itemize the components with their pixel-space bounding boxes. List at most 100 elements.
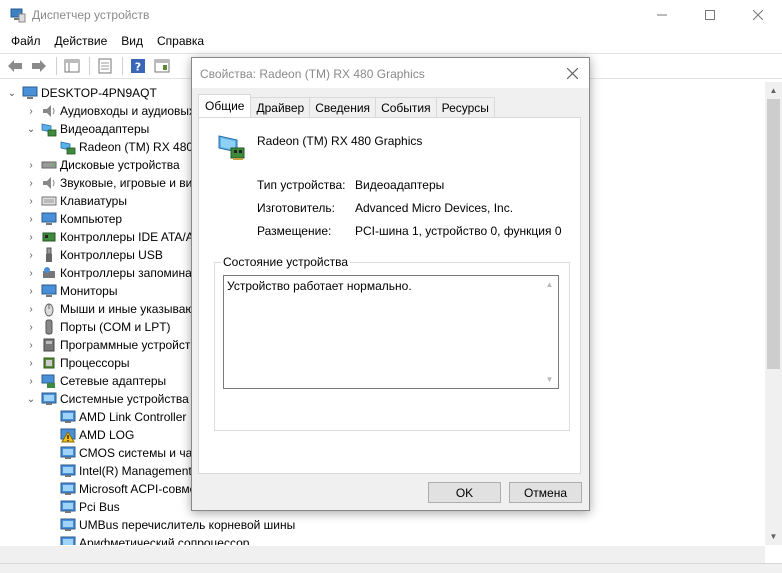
tab-events[interactable]: События — [375, 97, 437, 117]
tree-item-label: Pci Bus — [79, 500, 120, 514]
menu-action[interactable]: Действие — [48, 34, 115, 48]
tree-item-label: Порты (COM и LPT) — [60, 320, 171, 334]
dialog-close-button[interactable] — [563, 64, 581, 82]
chevron-right-icon[interactable]: › — [25, 303, 37, 315]
controller-icon — [42, 232, 56, 242]
tab-general[interactable]: Общие — [198, 94, 252, 117]
close-window-button[interactable] — [734, 0, 782, 30]
system-device-icon — [60, 482, 76, 495]
svg-text:?: ? — [135, 61, 141, 74]
chevron-right-icon[interactable]: › — [25, 177, 37, 189]
tree-category[interactable]: ⌄ Видеоадаптеры — [25, 120, 149, 138]
tab-details[interactable]: Сведения — [309, 97, 377, 117]
tree-category[interactable]: › Клавиатуры — [25, 192, 127, 210]
minimize-icon — [657, 14, 667, 16]
chevron-down-icon[interactable]: ⌄ — [6, 87, 18, 99]
tree-category[interactable]: › Аудиовходы и аудиовыходы — [25, 102, 217, 120]
device-name: Radeon (TM) RX 480 Graphics — [257, 134, 423, 148]
tree-root[interactable]: ⌄ DESKTOP-4PN9AQT — [6, 84, 157, 102]
scroll-up-arrow-icon[interactable]: ▲ — [765, 82, 782, 99]
tree-category[interactable]: › Программные устройства — [25, 336, 203, 354]
cancel-button[interactable]: Отмена — [509, 482, 582, 503]
speaker-icon — [43, 105, 55, 117]
chevron-right-icon[interactable]: › — [25, 231, 37, 243]
tree-category[interactable]: › Компьютер — [25, 210, 122, 228]
system-device-icon — [60, 464, 76, 477]
menu-bar: Файл Действие Вид Справка — [0, 31, 782, 51]
show-hide-tree-button[interactable] — [61, 56, 83, 76]
system-device-icon — [60, 536, 76, 545]
chevron-right-icon[interactable]: › — [25, 159, 37, 171]
toolbar-separator — [56, 57, 57, 75]
tree-item-label: Видеоадаптеры — [60, 122, 150, 136]
tree-item-label: Программные устройства — [60, 338, 204, 352]
usb-icon — [46, 247, 52, 262]
close-icon — [753, 10, 763, 20]
tree-category[interactable]: › Процессоры — [25, 354, 129, 372]
ok-button[interactable]: OK — [428, 482, 501, 503]
close-icon — [566, 67, 578, 79]
chevron-right-icon[interactable]: › — [25, 213, 37, 225]
menu-file[interactable]: Файл — [0, 34, 48, 48]
action-pane-button[interactable] — [151, 56, 173, 76]
chevron-right-icon[interactable]: › — [25, 105, 37, 117]
tree-device[interactable]: Арифметический сопроцессор — [44, 534, 249, 545]
menu-view[interactable]: Вид — [114, 34, 150, 48]
tree-category[interactable]: ⌄ Системные устройства — [25, 390, 189, 408]
device-status-group: Состояние устройства Устройство работает… — [214, 255, 570, 431]
scroll-down-arrow-icon[interactable]: ▼ — [765, 528, 782, 545]
tree-device[interactable]: UMBus перечислитель корневой шины — [44, 516, 295, 534]
device-manager-icon — [10, 8, 26, 23]
tree-category[interactable]: › Дисковые устройства — [25, 156, 179, 174]
forward-button[interactable] — [28, 56, 50, 76]
device-status-textbox[interactable]: Устройство работает нормально. ▲ ▼ — [223, 275, 559, 389]
toolbar-separator — [89, 57, 90, 75]
tree-device[interactable]: Pci Bus — [44, 498, 120, 516]
properties-dialog: Свойства: Radeon (TM) RX 480 Graphics Об… — [191, 57, 590, 511]
properties-icon — [98, 58, 112, 74]
properties-button[interactable] — [94, 56, 116, 76]
dialog-title: Свойства: Radeon (TM) RX 480 Graphics — [200, 67, 425, 81]
tree-category[interactable]: › Порты (COM и LPT) — [25, 318, 171, 336]
disk-drive-icon — [41, 161, 57, 169]
device-type-label: Тип устройства: — [257, 178, 346, 192]
horizontal-scrollbar[interactable] — [0, 546, 765, 563]
scrollbar-thumb[interactable] — [767, 99, 780, 369]
system-device-icon — [41, 392, 57, 405]
speaker-icon — [43, 177, 55, 189]
chevron-right-icon[interactable]: › — [25, 249, 37, 261]
system-device-icon — [60, 446, 76, 459]
back-button[interactable] — [4, 56, 26, 76]
tree-device[interactable]: AMD LOG — [44, 426, 134, 444]
maximize-button[interactable] — [686, 0, 734, 30]
tree-item-label: Арифметический сопроцессор — [79, 536, 250, 545]
chevron-right-icon[interactable]: › — [25, 339, 37, 351]
help-button[interactable]: ? — [127, 56, 149, 76]
window-title: Диспетчер устройств — [32, 8, 150, 22]
chevron-down-icon[interactable]: ⌄ — [25, 123, 37, 135]
minimize-button[interactable] — [638, 0, 686, 30]
vertical-scrollbar[interactable]: ▲ ▼ — [765, 82, 782, 545]
chevron-right-icon[interactable]: › — [25, 285, 37, 297]
tree-root-label: DESKTOP-4PN9AQT — [41, 86, 157, 100]
status-scrollbar: ▲ ▼ — [541, 276, 558, 388]
system-device-icon — [60, 500, 76, 513]
tree-category[interactable]: › Мониторы — [25, 282, 117, 300]
chevron-right-icon[interactable]: › — [25, 267, 37, 279]
chevron-right-icon[interactable]: › — [25, 357, 37, 369]
tab-resources[interactable]: Ресурсы — [435, 97, 495, 117]
manufacturer-label: Изготовитель: — [257, 201, 335, 215]
menu-help[interactable]: Справка — [150, 34, 211, 48]
tab-driver[interactable]: Драйвер — [250, 97, 311, 117]
display-adapter-icon — [60, 141, 76, 155]
chevron-right-icon[interactable]: › — [25, 195, 37, 207]
chevron-right-icon[interactable]: › — [25, 375, 37, 387]
tree-category[interactable]: › Контроллеры IDE ATA/ATAPI — [25, 228, 218, 246]
device-status-text: Устройство работает нормально. — [227, 279, 412, 293]
chevron-right-icon[interactable]: › — [25, 321, 37, 333]
tree-category[interactable]: › Контроллеры USB — [25, 246, 163, 264]
tree-device[interactable]: AMD Link Controller — [44, 408, 186, 426]
chevron-down-icon[interactable]: ⌄ — [25, 393, 37, 405]
location-value: PCI-шина 1, устройство 0, функция 0 — [355, 224, 562, 238]
tree-category[interactable]: › Сетевые адаптеры — [25, 372, 166, 390]
